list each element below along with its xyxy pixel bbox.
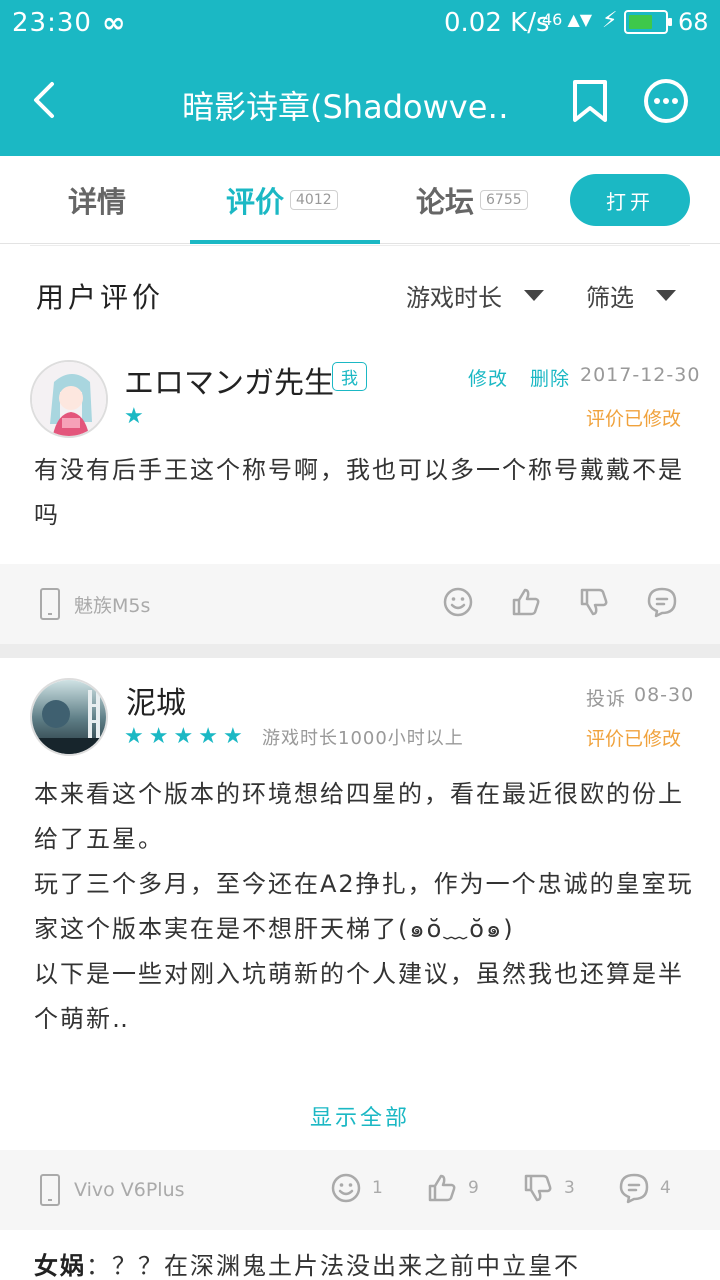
active-tab-indicator xyxy=(190,240,380,244)
device-name: Vivo V6Plus xyxy=(74,1179,185,1201)
phone-icon xyxy=(40,588,60,620)
dropdown-label: 筛选 xyxy=(586,284,634,312)
comment-icon xyxy=(619,1173,649,1204)
dropdown-label: 游戏时长 xyxy=(406,284,502,312)
open-button[interactable]: 打开 xyxy=(570,174,690,226)
device-name: 魅族M5s xyxy=(74,594,151,617)
star-icon: ★ xyxy=(173,724,194,749)
battery-percent: 68 xyxy=(678,8,709,36)
filter-dropdown[interactable]: 筛选 xyxy=(586,278,676,313)
avatar-image xyxy=(32,680,106,754)
reply-author: 女娲 xyxy=(34,1252,86,1280)
network-speed: 0.02 K/s xyxy=(444,8,550,38)
back-arrow-icon xyxy=(34,82,54,118)
tab-details[interactable]: 详情 xyxy=(68,156,126,244)
emoji-button[interactable]: 1 xyxy=(330,1172,383,1204)
edited-note: 评价已修改 xyxy=(586,728,682,750)
review-footer: Vivo V6Plus 1 9 3 4 xyxy=(0,1150,720,1230)
caret-down-icon xyxy=(656,290,676,301)
signal-icon: 46 ▲▼ xyxy=(542,10,593,29)
tab-label: 评价 xyxy=(226,185,285,219)
more-icon xyxy=(644,79,688,123)
reply-preview[interactable]: 女娲：？？在深渊鬼土片法没出来之前中立皇不 xyxy=(34,1246,580,1280)
caret-down-icon xyxy=(524,290,544,301)
dislike-count: 3 xyxy=(564,1178,575,1198)
tab-count: 6755 xyxy=(480,190,528,210)
section-title: 用户评价 xyxy=(36,281,165,314)
comment-button[interactable]: 4 xyxy=(618,1172,671,1204)
device-info: Vivo V6Plus xyxy=(40,1174,185,1206)
clock: 23:30 xyxy=(12,8,92,38)
edit-link[interactable]: 修改 xyxy=(468,368,508,390)
star-icon: ★ xyxy=(124,404,144,429)
thumbs-up-icon xyxy=(428,1174,456,1202)
thumbs-down-icon xyxy=(524,1174,552,1202)
section-divider xyxy=(0,644,720,658)
tab-forum[interactable]: 论坛 6755 xyxy=(416,156,528,244)
charging-icon: ⚡ xyxy=(602,8,618,33)
avatar[interactable] xyxy=(30,360,108,438)
comment-button[interactable] xyxy=(646,586,678,618)
dislike-button[interactable]: 3 xyxy=(522,1172,575,1204)
review-footer: 魅族M5s xyxy=(0,564,720,644)
rating-stars: ★ ★ ★ ★ ★ xyxy=(124,726,248,748)
sort-playtime-dropdown[interactable]: 游戏时长 xyxy=(406,278,544,313)
thumbs-up-icon xyxy=(512,588,540,616)
comment-icon xyxy=(647,587,677,618)
reply-text: ：？？在深渊鬼土片法没出来之前中立皇不 xyxy=(86,1252,580,1280)
like-button[interactable] xyxy=(510,586,542,618)
avatar[interactable] xyxy=(30,678,108,756)
star-icon: ★ xyxy=(148,724,169,749)
emoji-button[interactable] xyxy=(442,586,474,618)
divider xyxy=(30,245,690,246)
emoji-count: 1 xyxy=(372,1178,383,1198)
rating-stars: ★ xyxy=(124,406,149,428)
device-info: 魅族M5s xyxy=(40,588,150,620)
tab-reviews[interactable]: 评价 4012 xyxy=(226,156,338,244)
tab-bar: 详情 评价 4012 论坛 6755 打开 xyxy=(0,156,720,244)
like-button[interactable]: 9 xyxy=(426,1172,479,1204)
username: エロマンガ先生 xyxy=(124,366,334,401)
status-bar: 23:30 ∞ 0.02 K/s 46 ▲▼ ⚡ 68 xyxy=(0,0,720,50)
star-icon: ★ xyxy=(124,724,144,749)
bookmark-button[interactable] xyxy=(570,78,610,124)
avatar-image xyxy=(32,362,106,436)
tab-label: 详情 xyxy=(68,185,127,219)
back-button[interactable] xyxy=(24,78,68,122)
delete-link[interactable]: 删除 xyxy=(530,368,570,390)
like-count: 9 xyxy=(468,1178,479,1198)
username: 泥城 xyxy=(126,686,186,721)
playtime-label: 游戏时长1000小时以上 xyxy=(262,728,464,749)
comment-count: 4 xyxy=(660,1178,671,1198)
phone-icon xyxy=(40,1174,60,1206)
me-badge: 我 xyxy=(332,362,367,391)
smiley-icon xyxy=(443,587,473,617)
edited-note: 评价已修改 xyxy=(586,408,682,430)
review-text: 有没有后手王这个称号啊，我也可以多一个称号戴戴不是吗 xyxy=(34,456,684,529)
bookmark-icon xyxy=(573,80,607,122)
review-date: 2017-12-30 xyxy=(580,364,701,386)
infinity-icon: ∞ xyxy=(102,6,126,39)
tab-label: 论坛 xyxy=(416,185,475,219)
page-title: 暗影诗章(Shadowve‥ xyxy=(182,88,509,126)
star-icon: ★ xyxy=(198,724,218,749)
title-bar: 暗影诗章(Shadowve‥ xyxy=(0,50,720,156)
more-button[interactable] xyxy=(642,77,690,125)
thumbs-down-icon xyxy=(580,588,608,616)
battery-icon xyxy=(624,10,672,34)
dislike-button[interactable] xyxy=(578,586,610,618)
review-text: 本来看这个版本的环境想给四星的，看在最近很欧的份上给了五星。 玩了三个多月，至今… xyxy=(34,780,694,1033)
tab-count: 4012 xyxy=(290,190,338,210)
star-icon: ★ xyxy=(222,724,243,749)
battery-fill xyxy=(629,15,652,29)
show-all-link[interactable]: 显示全部 xyxy=(0,1100,720,1132)
review-date: 08-30 xyxy=(634,684,695,706)
smiley-icon xyxy=(331,1173,361,1203)
report-link[interactable]: 投诉 xyxy=(586,688,626,710)
